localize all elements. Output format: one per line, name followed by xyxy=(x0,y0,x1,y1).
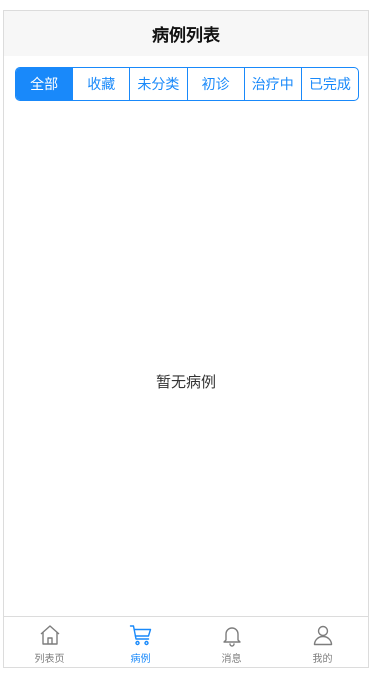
phone-screen: 病例列表 全部 收藏 未分类 初诊 治疗中 已完成 暂无病例 列表页 病例 消息… xyxy=(3,10,369,668)
segment-in-treatment[interactable]: 治疗中 xyxy=(243,68,301,100)
segment-all[interactable]: 全部 xyxy=(16,68,73,100)
tab-cases[interactable]: 病例 xyxy=(95,617,186,667)
home-icon xyxy=(40,625,59,645)
tab-label: 消息 xyxy=(221,654,242,665)
tab-mine[interactable]: 我的 xyxy=(277,617,368,667)
case-filter-segmented-control: 全部 收藏 未分类 初诊 治疗中 已完成 xyxy=(15,67,359,101)
segment-completed[interactable]: 已完成 xyxy=(300,68,358,100)
cart-icon xyxy=(129,625,151,646)
tab-label: 列表页 xyxy=(34,654,65,665)
page-title: 病例列表 xyxy=(152,26,220,46)
segment-favorites[interactable]: 收藏 xyxy=(72,68,129,100)
segment-first-visit[interactable]: 初诊 xyxy=(186,68,244,100)
tab-label: 我的 xyxy=(312,654,333,665)
bell-icon xyxy=(222,627,241,647)
navigation-bar: 病例列表 xyxy=(4,11,368,56)
tab-messages[interactable]: 消息 xyxy=(186,617,277,667)
user-icon xyxy=(313,625,332,646)
empty-state-message: 暂无病例 xyxy=(155,373,216,391)
tab-label: 病例 xyxy=(130,654,151,665)
tab-list-page[interactable]: 列表页 xyxy=(4,617,95,667)
segment-uncategorized[interactable]: 未分类 xyxy=(129,68,186,100)
bottom-tab-bar: 列表页 病例 消息 我的 xyxy=(4,616,368,667)
